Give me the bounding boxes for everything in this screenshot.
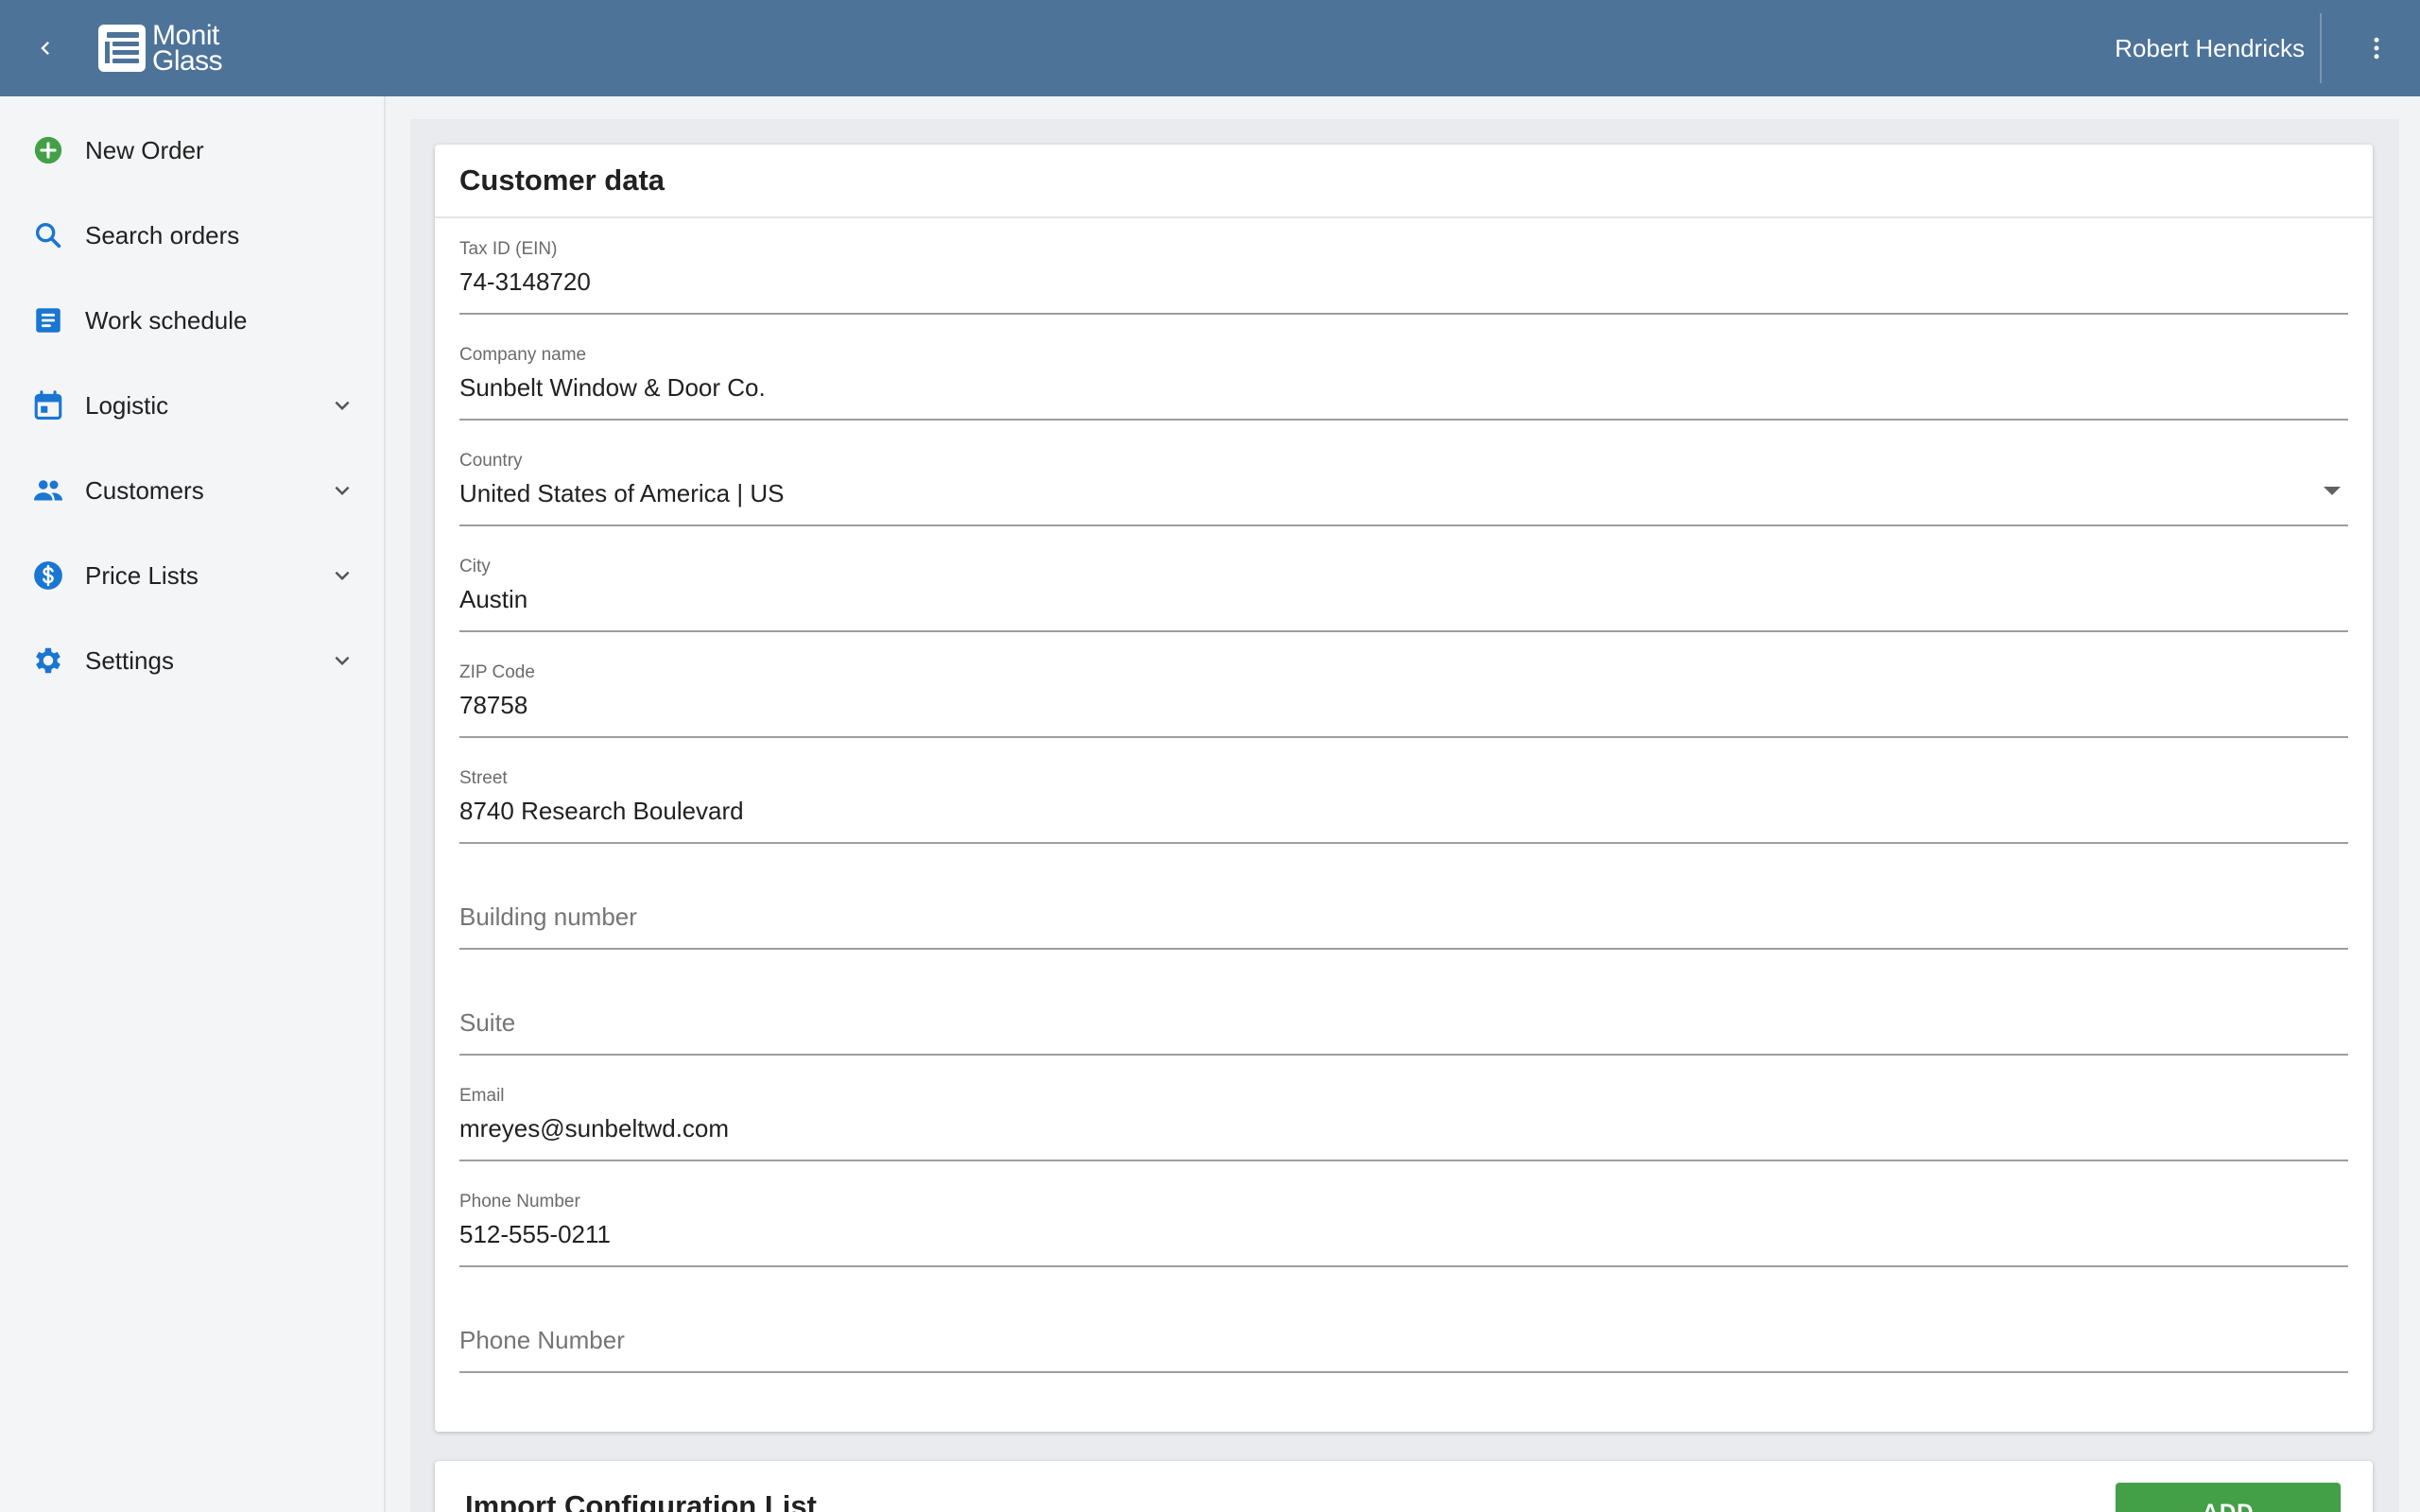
field-label: Email xyxy=(459,1086,505,1106)
suite-field[interactable]: Suite xyxy=(459,961,2348,1056)
add-circle-icon xyxy=(30,132,66,168)
field-placeholder: Building number xyxy=(459,902,637,931)
field-label: Tax ID (EIN) xyxy=(459,239,558,259)
more-menu-button[interactable] xyxy=(2354,26,2399,71)
field-value: 74-3148720 xyxy=(459,267,591,296)
user-name[interactable]: Robert Hendricks xyxy=(2115,32,2305,64)
sidebar-item-customers[interactable]: Customers xyxy=(0,453,384,528)
phone-number-field[interactable]: Phone Number 512-555-0211 xyxy=(459,1173,2348,1267)
field-value: 512-555-0211 xyxy=(459,1220,611,1248)
calendar-icon xyxy=(30,387,66,423)
field-label: Street xyxy=(459,768,508,788)
email-field[interactable]: Email mreyes@sunbeltwd.com xyxy=(459,1067,2348,1161)
import-configuration-card: Import Configuration List ADD xyxy=(435,1461,2373,1512)
top-app-bar: Monit Glass Robert Hendricks xyxy=(0,0,2420,96)
country-select[interactable]: Country United States of America | US xyxy=(459,432,2348,526)
more-vertical-icon xyxy=(2374,37,2379,60)
logo-line-1: Monit xyxy=(152,20,219,51)
search-icon xyxy=(30,217,66,253)
chevron-down-icon xyxy=(325,558,359,593)
sidebar-item-price-lists[interactable]: Price Lists xyxy=(0,538,384,613)
field-value: 8740 Research Boulevard xyxy=(459,797,744,825)
field-value: Austin xyxy=(459,585,528,613)
sidebar-item-label: New Order xyxy=(85,136,204,164)
chevron-down-icon xyxy=(325,644,359,678)
sidebar-item-work-schedule[interactable]: Work schedule xyxy=(0,283,384,358)
sidebar-item-new-order[interactable]: New Order xyxy=(0,112,384,188)
back-button[interactable] xyxy=(23,26,68,71)
chevron-left-icon xyxy=(41,42,49,55)
field-placeholder: Suite xyxy=(459,1008,516,1037)
field-value: Sunbelt Window & Door Co. xyxy=(459,373,766,402)
logo-mark-icon xyxy=(98,25,146,72)
logo-line-2: Glass xyxy=(152,45,223,77)
field-value: mreyes@sunbeltwd.com xyxy=(459,1114,730,1143)
sidebar-item-label: Logistic xyxy=(85,391,169,420)
field-label: City xyxy=(459,557,491,576)
zip-code-field[interactable]: ZIP Code 78758 xyxy=(459,644,2348,738)
sidebar-item-label: Customers xyxy=(85,476,204,505)
chevron-down-icon xyxy=(325,473,359,507)
field-placeholder: Phone Number xyxy=(459,1326,625,1354)
sidebar-item-settings[interactable]: Settings xyxy=(0,623,384,698)
dropdown-arrow-icon[interactable] xyxy=(2324,487,2341,495)
app-logo[interactable]: Monit Glass xyxy=(97,20,223,77)
dollar-icon xyxy=(30,558,66,593)
logo-text: Monit Glass xyxy=(152,20,223,77)
sidebar: New Order Search orders Work schedule Lo… xyxy=(0,96,386,1512)
field-label: Phone Number xyxy=(459,1192,580,1211)
sidebar-item-label: Price Lists xyxy=(85,561,199,590)
sidebar-item-label: Search orders xyxy=(85,221,240,249)
field-label: Country xyxy=(459,451,523,471)
field-label: ZIP Code xyxy=(459,662,535,682)
sidebar-item-label: Work schedule xyxy=(85,306,248,335)
building-number-field[interactable]: Building number xyxy=(459,855,2348,950)
add-button[interactable]: ADD xyxy=(2116,1483,2341,1512)
card-title: Customer data xyxy=(459,163,666,197)
company-name-field[interactable]: Company name Sunbelt Window & Door Co. xyxy=(459,326,2348,421)
phone-number-2-field[interactable]: Phone Number xyxy=(459,1279,2348,1373)
chevron-down-icon xyxy=(325,388,359,422)
gear-icon xyxy=(30,643,66,679)
field-label: Company name xyxy=(459,345,587,365)
card-title: Import Configuration List xyxy=(465,1489,817,1512)
sidebar-item-search-orders[interactable]: Search orders xyxy=(0,198,384,273)
sidebar-item-label: Settings xyxy=(85,646,174,675)
street-field[interactable]: Street 8740 Research Boulevard xyxy=(459,749,2348,844)
field-value: 78758 xyxy=(459,691,528,719)
city-field[interactable]: City Austin xyxy=(459,538,2348,632)
tax-id-field[interactable]: Tax ID (EIN) 74-3148720 xyxy=(459,220,2348,315)
header-divider xyxy=(2320,13,2322,83)
schedule-icon xyxy=(30,302,66,338)
card-header: Customer data xyxy=(435,145,2373,218)
field-value: United States of America | US xyxy=(459,479,785,507)
customer-data-card: Customer data Tax ID (EIN) 74-3148720 Co… xyxy=(435,145,2373,1432)
sidebar-item-logistic[interactable]: Logistic xyxy=(0,368,384,443)
people-icon xyxy=(30,472,66,508)
